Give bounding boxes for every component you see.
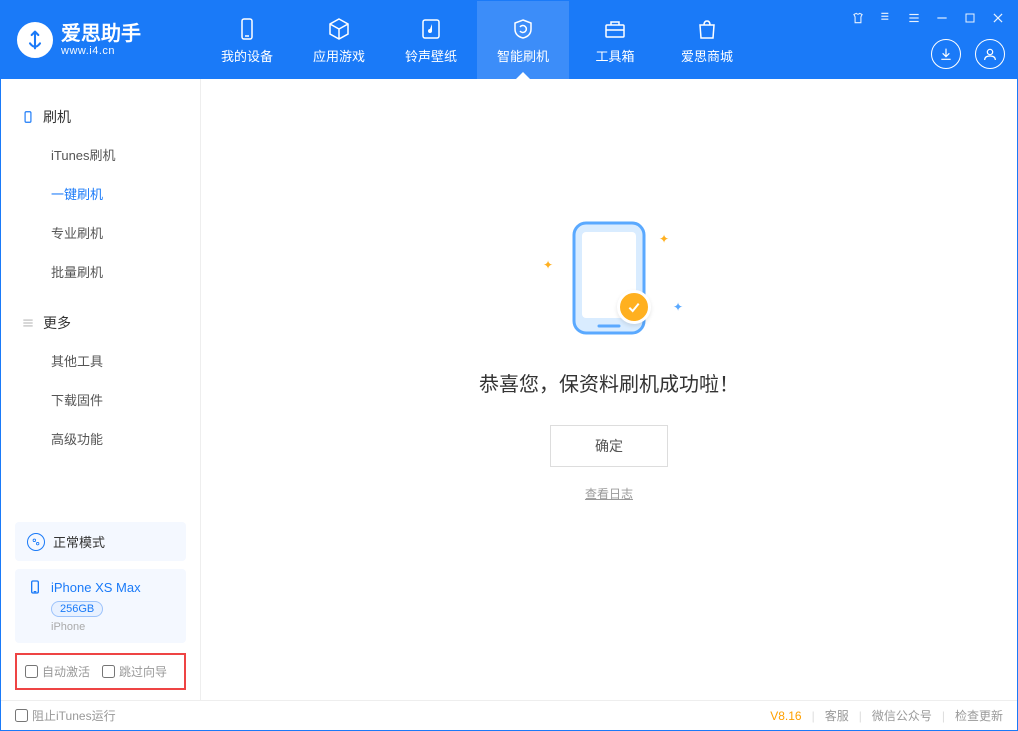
maximize-button[interactable] (961, 9, 979, 27)
nav-label: 爱思商城 (681, 46, 733, 65)
success-illustration: ✦ ✦ ✦ (529, 218, 689, 348)
divider: | (859, 709, 862, 723)
nav-label: 工具箱 (595, 46, 634, 65)
auto-activate-label: 自动激活 (42, 663, 90, 680)
nav-my-device[interactable]: 我的设备 (201, 1, 293, 79)
view-log-link[interactable]: 查看日志 (585, 485, 633, 502)
footer-link-service[interactable]: 客服 (825, 707, 849, 724)
refresh-shield-icon (510, 16, 536, 42)
device-type: iPhone (51, 621, 174, 633)
device-row: iPhone XS Max (27, 579, 174, 595)
confirm-button[interactable]: 确定 (550, 425, 668, 467)
block-itunes-checkbox[interactable]: 阻止iTunes运行 (15, 707, 116, 724)
footer-link-wechat[interactable]: 微信公众号 (872, 707, 932, 724)
body: 刷机 iTunes刷机 一键刷机 专业刷机 批量刷机 更多 其他工具 下载固件 … (1, 79, 1017, 700)
phone-small-icon (21, 110, 35, 124)
nav-label: 应用游戏 (313, 46, 365, 65)
mode-label: 正常模式 (53, 532, 105, 551)
nav-label: 智能刷机 (497, 46, 549, 65)
footer-link-update[interactable]: 检查更新 (955, 707, 1003, 724)
nav-toolbox[interactable]: 工具箱 (569, 1, 661, 79)
download-icon[interactable] (931, 39, 961, 69)
more-icon (21, 316, 35, 330)
block-itunes-label: 阻止iTunes运行 (32, 707, 116, 724)
divider: | (812, 709, 815, 723)
cube-icon (326, 16, 352, 42)
version-label: V8.16 (770, 709, 801, 723)
list-icon[interactable] (905, 9, 923, 27)
menu-icon[interactable] (877, 9, 895, 27)
group-title-text: 更多 (43, 313, 71, 333)
sidebar-group-title: 更多 (1, 305, 200, 341)
skip-guide-checkbox[interactable]: 跳过向导 (102, 663, 167, 680)
sidebar-group-title: 刷机 (1, 99, 200, 135)
toolbox-icon (602, 16, 628, 42)
skip-guide-input[interactable] (102, 665, 115, 678)
auto-activate-checkbox[interactable]: 自动激活 (25, 663, 90, 680)
bag-icon (694, 16, 720, 42)
mode-card[interactable]: 正常模式 (15, 522, 186, 561)
sidebar-item-advanced[interactable]: 高级功能 (1, 419, 200, 458)
nav-tabs: 我的设备 应用游戏 铃声壁纸 智能刷机 工具箱 爱思商城 (201, 1, 753, 79)
footer-right: V8.16 | 客服 | 微信公众号 | 检查更新 (770, 707, 1003, 724)
header: 爱思助手 www.i4.cn 我的设备 应用游戏 铃声壁纸 智能刷机 工具箱 爱… (1, 1, 1017, 79)
sparkle-icon: ✦ (673, 300, 683, 314)
device-capacity: 256GB (51, 601, 103, 617)
nav-store[interactable]: 爱思商城 (661, 1, 753, 79)
nav-label: 铃声壁纸 (405, 46, 457, 65)
device-card[interactable]: iPhone XS Max 256GB iPhone (15, 569, 186, 643)
nav-smart-flash[interactable]: 智能刷机 (477, 1, 569, 79)
music-note-icon (418, 16, 444, 42)
nav-label: 我的设备 (221, 46, 273, 65)
sidebar-item-download-firmware[interactable]: 下载固件 (1, 380, 200, 419)
mode-icon (27, 533, 45, 551)
device-name: iPhone XS Max (51, 580, 141, 595)
sparkle-icon: ✦ (543, 258, 553, 272)
sidebar-item-oneclick-flash[interactable]: 一键刷机 (1, 174, 200, 213)
minimize-button[interactable] (933, 9, 951, 27)
nav-apps-games[interactable]: 应用游戏 (293, 1, 385, 79)
device-phone-icon (27, 579, 43, 595)
auto-activate-input[interactable] (25, 665, 38, 678)
main-content: ✦ ✦ ✦ 恭喜您，保资料刷机成功啦！ 确定 查看日志 (201, 79, 1017, 700)
block-itunes-input[interactable] (15, 709, 28, 722)
app-title: 爱思助手 (61, 23, 141, 45)
sparkle-icon: ✦ (659, 232, 669, 246)
sidebar-group-more: 更多 其他工具 下载固件 高级功能 (1, 295, 200, 462)
footer: 阻止iTunes运行 V8.16 | 客服 | 微信公众号 | 检查更新 (1, 700, 1017, 730)
divider: | (942, 709, 945, 723)
shirt-icon[interactable] (849, 9, 867, 27)
skip-guide-label: 跳过向导 (119, 663, 167, 680)
success-message: 恭喜您，保资料刷机成功啦！ (479, 368, 739, 397)
header-right-icons (931, 39, 1005, 69)
logo-text: 爱思助手 www.i4.cn (61, 23, 141, 57)
group-title-text: 刷机 (43, 107, 71, 127)
sidebar-item-pro-flash[interactable]: 专业刷机 (1, 213, 200, 252)
sidebar: 刷机 iTunes刷机 一键刷机 专业刷机 批量刷机 更多 其他工具 下载固件 … (1, 79, 201, 700)
sidebar-item-itunes-flash[interactable]: iTunes刷机 (1, 135, 200, 174)
check-badge-icon (617, 290, 651, 324)
close-button[interactable] (989, 9, 1007, 27)
nav-ringtone-wallpaper[interactable]: 铃声壁纸 (385, 1, 477, 79)
sidebar-item-other-tools[interactable]: 其他工具 (1, 341, 200, 380)
app-subtitle: www.i4.cn (61, 45, 141, 57)
options-highlight-box: 自动激活 跳过向导 (15, 653, 186, 690)
window-controls (849, 9, 1007, 27)
sidebar-bottom: 正常模式 iPhone XS Max 256GB iPhone 自动激活 跳过向… (1, 514, 200, 700)
user-icon[interactable] (975, 39, 1005, 69)
logo-area: 爱思助手 www.i4.cn (1, 22, 201, 58)
logo-icon (17, 22, 53, 58)
device-icon (234, 16, 260, 42)
sidebar-group-flash: 刷机 iTunes刷机 一键刷机 专业刷机 批量刷机 (1, 89, 200, 295)
sidebar-item-batch-flash[interactable]: 批量刷机 (1, 252, 200, 291)
